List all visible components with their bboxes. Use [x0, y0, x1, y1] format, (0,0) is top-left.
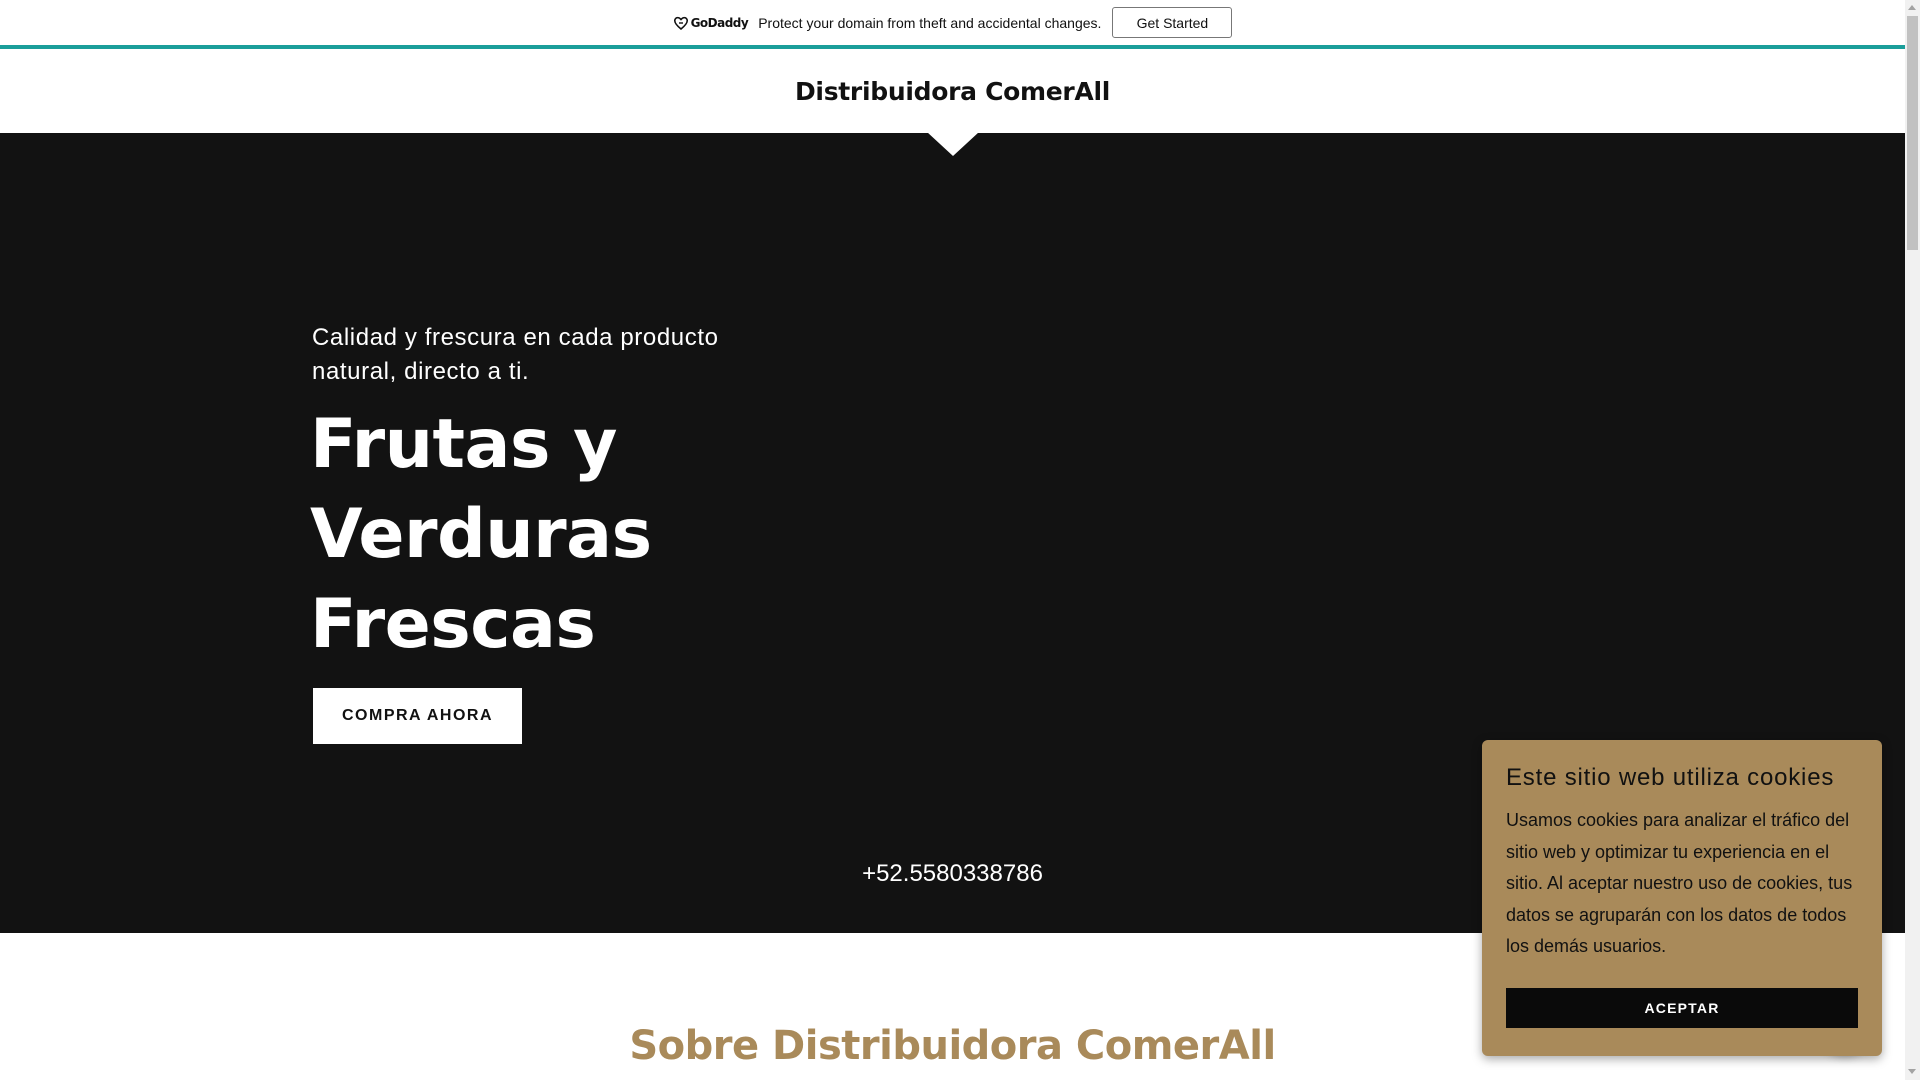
cookie-notice: Este sitio web utiliza cookies Usamos co…	[1482, 740, 1882, 1056]
godaddy-logo[interactable]: GoDaddy	[673, 16, 749, 30]
page-scrollbar[interactable]	[1905, 0, 1920, 1080]
get-started-button[interactable]: Get Started	[1112, 7, 1233, 38]
page: GoDaddy Protect your domain from theft a…	[0, 0, 1905, 1080]
banner-message: Protect your domain from theft and accid…	[758, 14, 1102, 31]
cookie-notice-title: Este sitio web utiliza cookies	[1506, 764, 1835, 791]
down-pointer-icon	[927, 132, 979, 156]
compra-ahora-button[interactable]: COMPRA AHORA	[313, 688, 522, 744]
hero-heading-line-1: Frutas y	[310, 405, 617, 484]
scrollbar-thumb[interactable]	[1907, 16, 1918, 250]
hero-tagline: Calidad y frescura en cada producto natu…	[312, 324, 719, 385]
godaddy-logo-icon	[673, 16, 689, 30]
godaddy-logo-text: GoDaddy	[690, 15, 749, 30]
scroll-down-arrow-icon[interactable]	[1908, 1069, 1916, 1074]
site-header: Distribuidora ComerAll	[0, 49, 1905, 133]
site-title[interactable]: Distribuidora ComerAll	[795, 77, 1110, 106]
hero-heading-line-2: Verduras	[310, 495, 652, 574]
godaddy-banner: GoDaddy Protect your domain from theft a…	[0, 0, 1905, 45]
accept-cookies-button[interactable]: ACEPTAR	[1506, 988, 1858, 1028]
scroll-up-arrow-icon[interactable]	[1908, 5, 1916, 10]
hero-heading-line-3: Frescas	[310, 585, 596, 664]
hero-heading: Frutas y Verduras Frescas	[310, 400, 830, 670]
cookie-notice-text: Usamos cookies para analizar el tráfico …	[1506, 810, 1853, 956]
